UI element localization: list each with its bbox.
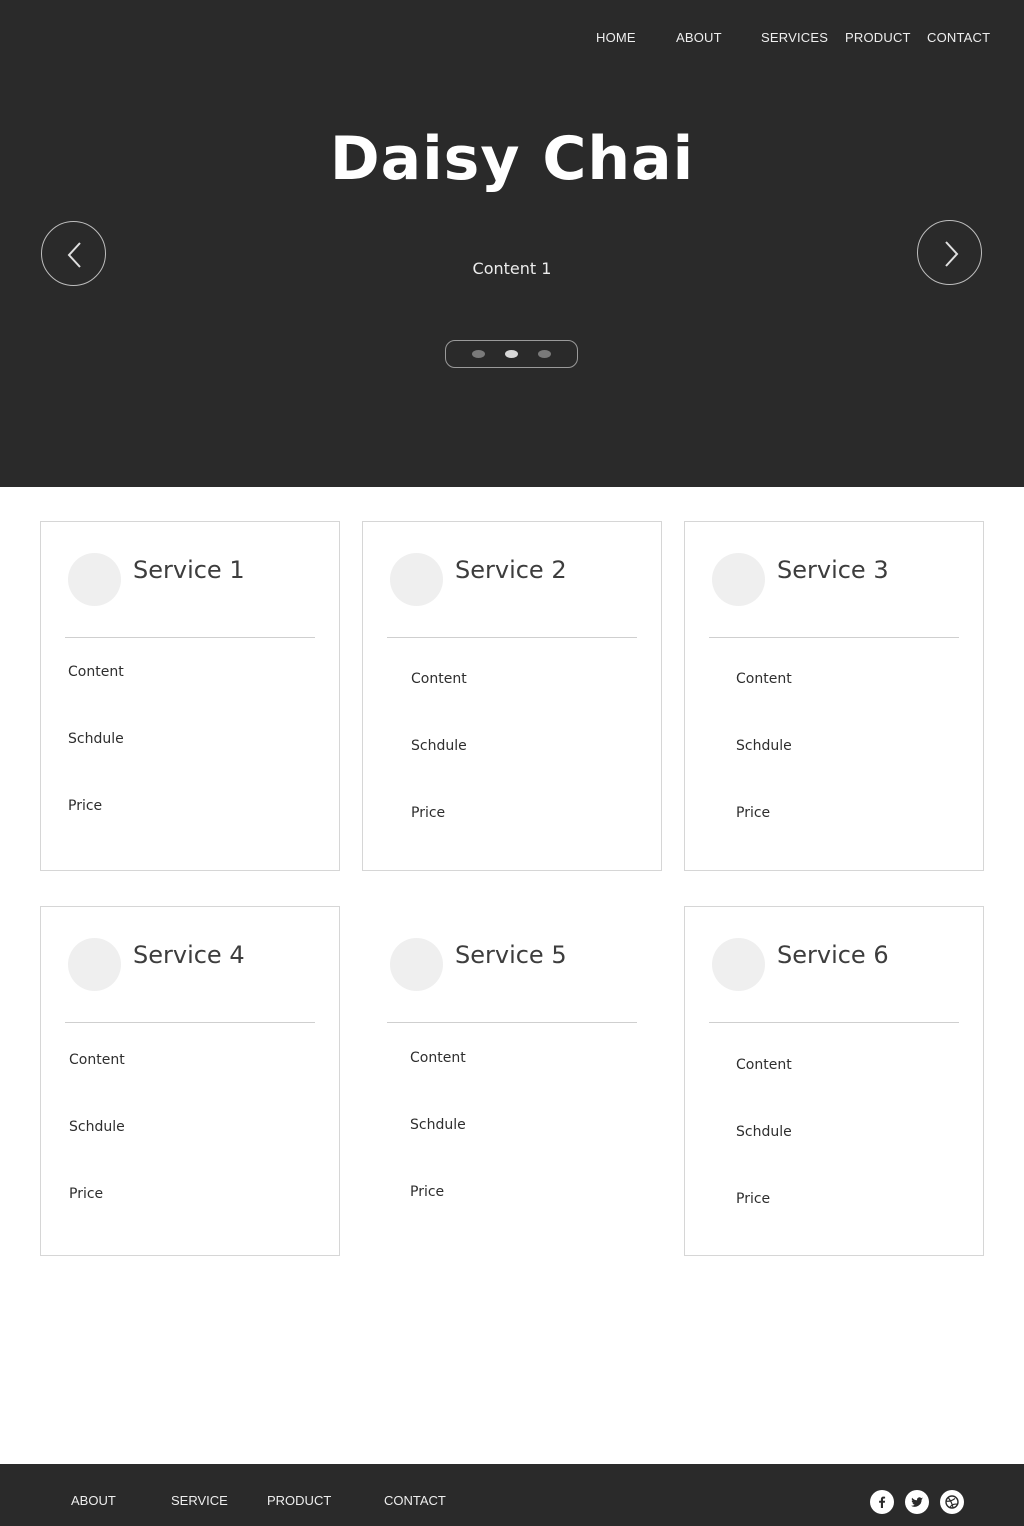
service-content: Content — [68, 664, 124, 680]
carousel-prev-button[interactable] — [41, 221, 106, 286]
service-card-2: Service 2 Content Schdule Price — [362, 521, 662, 871]
service-card-6: Service 6 Content Schdule Price — [684, 906, 984, 1256]
service-title: Service 4 — [133, 941, 245, 969]
twitter-button[interactable] — [905, 1490, 929, 1514]
service-schedule: Schdule — [736, 738, 792, 754]
service-avatar — [390, 938, 443, 991]
service-schedule: Schdule — [411, 738, 467, 754]
nav-about-link[interactable]: ABOUT — [676, 30, 722, 45]
nav-contact-link[interactable]: CONTACT — [927, 30, 990, 45]
service-content: Content — [410, 1050, 466, 1066]
service-avatar — [68, 938, 121, 991]
twitter-icon — [911, 1497, 923, 1507]
service-avatar — [390, 553, 443, 606]
divider — [387, 637, 637, 638]
chevron-right-icon — [945, 241, 959, 267]
service-content: Content — [411, 671, 467, 687]
facebook-icon — [879, 1496, 886, 1508]
service-title: Service 5 — [455, 941, 567, 969]
service-content: Content — [736, 1057, 792, 1073]
divider — [709, 1022, 959, 1023]
service-price: Price — [736, 1191, 771, 1207]
nav-home-link[interactable]: HOME — [596, 30, 636, 45]
footer: ABOUT SERVICE PRODUCT CONTACT — [0, 1464, 1024, 1526]
service-price: Price — [69, 1186, 104, 1202]
carousel-indicators — [445, 340, 578, 368]
hero-section: HOME ABOUT SERVICES PRODUCT CONTACT Dais… — [0, 0, 1024, 487]
carousel-dot-2[interactable] — [505, 350, 518, 358]
chevron-left-icon — [67, 242, 81, 268]
footer-contact-link[interactable]: CONTACT — [384, 1493, 446, 1508]
service-avatar — [68, 553, 121, 606]
service-content: Content — [69, 1052, 125, 1068]
nav-product-link[interactable]: PRODUCT — [845, 30, 911, 45]
service-card-4: Service 4 Content Schdule Price — [40, 906, 340, 1256]
service-title: Service 2 — [455, 556, 567, 584]
service-price: Price — [736, 805, 771, 821]
divider — [387, 1022, 637, 1023]
top-nav: HOME ABOUT SERVICES PRODUCT CONTACT — [0, 30, 1024, 50]
service-title: Service 3 — [777, 556, 889, 584]
service-schedule: Schdule — [736, 1124, 792, 1140]
footer-product-link[interactable]: PRODUCT — [267, 1493, 331, 1508]
service-title: Service 6 — [777, 941, 889, 969]
service-card-3: Service 3 Content Schdule Price — [684, 521, 984, 871]
divider — [65, 1022, 315, 1023]
footer-about-link[interactable]: ABOUT — [71, 1493, 116, 1508]
service-avatar — [712, 938, 765, 991]
footer-service-link[interactable]: SERVICE — [171, 1493, 228, 1508]
service-price: Price — [410, 1184, 445, 1200]
dribbble-icon — [945, 1495, 959, 1509]
nav-services-link[interactable]: SERVICES — [761, 30, 828, 45]
service-schedule: Schdule — [410, 1117, 466, 1133]
divider — [709, 637, 959, 638]
facebook-button[interactable] — [870, 1490, 894, 1514]
hero-title: Daisy Chai — [329, 124, 695, 194]
service-schedule: Schdule — [69, 1119, 125, 1135]
service-schedule: Schdule — [68, 731, 124, 747]
carousel-dot-3[interactable] — [538, 350, 551, 358]
divider — [65, 637, 315, 638]
service-title: Service 1 — [133, 556, 245, 584]
service-card-1: Service 1 Content Schdule Price — [40, 521, 340, 871]
service-avatar — [712, 553, 765, 606]
carousel-dot-1[interactable] — [472, 350, 485, 358]
dribbble-button[interactable] — [940, 1490, 964, 1514]
hero-subtitle: Content 1 — [472, 259, 552, 278]
service-content: Content — [736, 671, 792, 687]
service-price: Price — [68, 798, 103, 814]
service-card-5: Service 5 Content Schdule Price — [362, 906, 662, 1256]
service-price: Price — [411, 805, 446, 821]
carousel-next-button[interactable] — [917, 220, 982, 285]
